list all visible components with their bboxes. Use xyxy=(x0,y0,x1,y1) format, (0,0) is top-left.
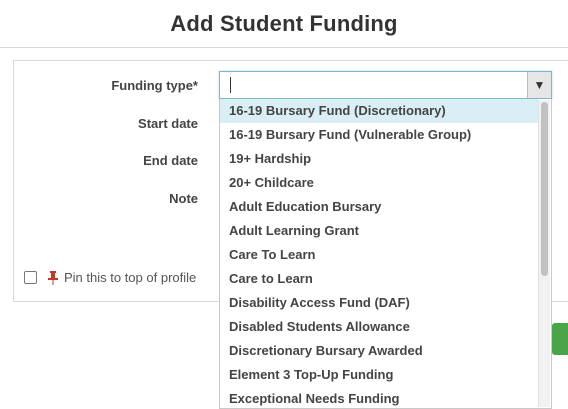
dropdown-option[interactable]: Element 3 Top-Up Funding xyxy=(220,363,538,387)
dropdown-option[interactable]: 16-19 Bursary Fund (Discretionary) xyxy=(220,99,538,123)
dropdown-option[interactable]: 19+ Hardship xyxy=(220,147,538,171)
dropdown-option[interactable]: Care To Learn xyxy=(220,243,538,267)
note-label: Note xyxy=(169,191,198,206)
pin-icon xyxy=(48,270,58,285)
dropdown-option[interactable]: Adult Education Bursary xyxy=(220,195,538,219)
dropdown-option[interactable]: Disabled Students Allowance xyxy=(220,315,538,339)
save-button[interactable] xyxy=(552,323,568,355)
text-cursor xyxy=(230,77,231,93)
dialog-header: Add Student Funding xyxy=(0,0,568,48)
chevron-down-icon: ▼ xyxy=(533,78,546,92)
pin-label: Pin this to top of profile xyxy=(64,270,197,285)
funding-type-dropdown[interactable]: 16-19 Bursary Fund (Discretionary) 16-19 … xyxy=(219,99,552,409)
dropdown-option[interactable]: Disability Access Fund (DAF) xyxy=(220,291,538,315)
pin-checkbox[interactable] xyxy=(24,271,37,284)
end-date-label: End date xyxy=(143,153,198,168)
dropdown-option[interactable]: Care to Learn xyxy=(220,267,538,291)
dropdown-option[interactable]: Discretionary Bursary Awarded xyxy=(220,339,538,363)
dropdown-scrollbar[interactable] xyxy=(538,100,550,407)
funding-type-label: Funding type* xyxy=(111,78,198,93)
start-date-label: Start date xyxy=(138,116,198,131)
scrollbar-thumb[interactable] xyxy=(541,102,548,276)
pin-to-top-row[interactable]: Pin this to top of profile xyxy=(24,270,196,285)
funding-type-select[interactable]: ▼ xyxy=(219,71,552,99)
dialog-title: Add Student Funding xyxy=(170,10,398,36)
dropdown-option[interactable]: Adult Learning Grant xyxy=(220,219,538,243)
dropdown-options-list: 16-19 Bursary Fund (Discretionary) 16-19 … xyxy=(220,99,551,408)
dropdown-toggle-button[interactable]: ▼ xyxy=(527,72,551,98)
dropdown-option[interactable]: 16-19 Bursary Fund (Vulnerable Group) xyxy=(220,123,538,147)
dropdown-option[interactable]: 20+ Childcare xyxy=(220,171,538,195)
dropdown-option[interactable]: Exceptional Needs Funding xyxy=(220,387,538,408)
